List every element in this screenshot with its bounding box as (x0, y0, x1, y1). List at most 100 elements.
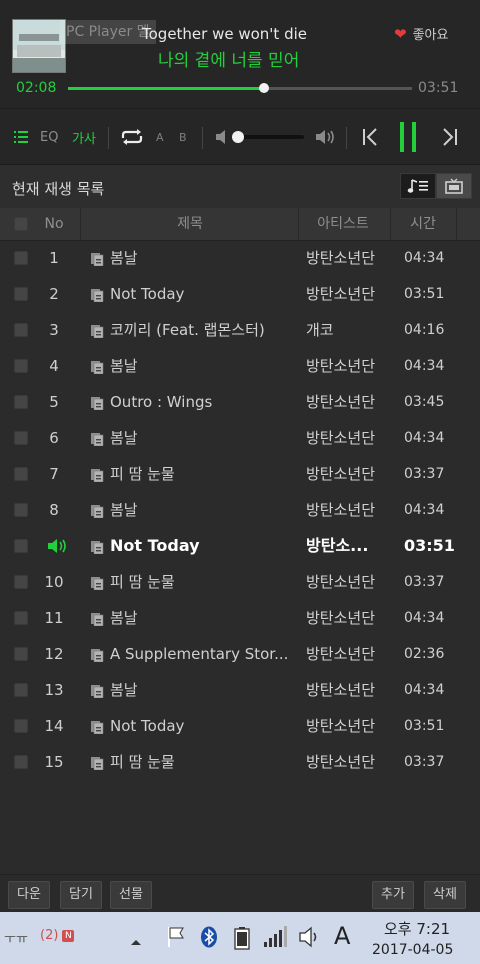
track-info-button[interactable] (90, 288, 104, 306)
playlist-row[interactable]: 2 Not Today 방탄소년단 03:51 (0, 276, 480, 312)
row-checkbox[interactable] (14, 359, 28, 373)
track-title[interactable]: 봄날 (110, 348, 300, 384)
row-checkbox[interactable] (14, 575, 28, 589)
volume-max-button[interactable] (316, 109, 336, 165)
track-title[interactable]: 피 땀 눈물 (110, 744, 300, 780)
column-title[interactable]: 제목 (80, 208, 300, 240)
track-title[interactable]: 피 땀 눈물 (110, 456, 300, 492)
track-artist[interactable]: 방탄소년단 (306, 636, 394, 672)
gift-button[interactable]: 선물 (110, 881, 152, 909)
download-button[interactable]: 다운 (8, 881, 50, 909)
playlist-row[interactable]: Not Today 방탄소... 03:51 (0, 528, 480, 564)
playlist-view-button[interactable] (14, 109, 28, 165)
track-artist[interactable]: 방탄소년단 (306, 600, 394, 636)
track-title[interactable]: 코끼리 (Feat. 랩몬스터) (110, 312, 300, 348)
track-artist[interactable]: 방탄소년단 (306, 564, 394, 600)
track-artist[interactable]: 방탄소년단 (306, 744, 394, 780)
repeat-button[interactable] (120, 109, 144, 165)
eq-button[interactable]: EQ (40, 109, 58, 165)
row-checkbox[interactable] (14, 431, 28, 445)
row-checkbox[interactable] (14, 647, 28, 661)
track-title[interactable]: Not Today (110, 528, 300, 564)
mute-button[interactable] (216, 109, 228, 165)
track-title[interactable]: Not Today (110, 276, 300, 312)
track-artist[interactable]: 방탄소년단 (306, 708, 394, 744)
clock-date[interactable]: 2017-04-05 (372, 942, 453, 958)
playlist-row[interactable]: 5 Outro : Wings 방탄소년단 03:45 (0, 384, 480, 420)
track-title[interactable]: 피 땀 눈물 (110, 564, 300, 600)
playlist-row[interactable]: 11 봄날 방탄소년단 04:34 (0, 600, 480, 636)
select-all-checkbox[interactable] (14, 217, 28, 231)
delete-button[interactable]: 삭제 (424, 881, 466, 909)
track-title[interactable]: 봄날 (110, 672, 300, 708)
track-artist[interactable]: 방탄소... (306, 528, 394, 564)
ab-repeat-button[interactable]: A B (156, 109, 193, 165)
track-title[interactable]: Outro : Wings (110, 384, 300, 420)
volume-slider-handle[interactable] (231, 131, 244, 143)
track-artist[interactable]: 방탄소년단 (306, 240, 394, 276)
column-artist[interactable]: 아티스트 (298, 208, 388, 240)
track-info-button[interactable] (90, 720, 104, 738)
track-info-button[interactable] (90, 252, 104, 270)
clock-time[interactable]: 오후 7:21 (384, 918, 450, 939)
seek-bar[interactable] (68, 83, 412, 93)
track-title[interactable]: 봄날 (110, 420, 300, 456)
wifi-tray[interactable] (262, 926, 288, 952)
playlist-row[interactable]: 7 피 땀 눈물 방탄소년단 03:37 (0, 456, 480, 492)
track-info-button[interactable] (90, 432, 104, 450)
playlist-row[interactable]: 12 A Supplementary Stor... 방탄소년단 02:36 (0, 636, 480, 672)
save-button[interactable]: 담기 (60, 881, 102, 909)
row-checkbox[interactable] (14, 719, 28, 733)
next-track-button[interactable] (442, 109, 458, 165)
pause-button[interactable] (398, 109, 418, 165)
row-checkbox[interactable] (14, 251, 28, 265)
track-title[interactable]: A Supplementary Stor... (110, 636, 300, 672)
taskbar-notification[interactable]: (2) N (40, 928, 75, 943)
lyrics-button[interactable]: 가사 (72, 109, 96, 165)
track-info-button[interactable] (90, 504, 104, 522)
video-view-button[interactable] (436, 173, 472, 199)
row-checkbox[interactable] (14, 323, 28, 337)
track-info-button[interactable] (90, 612, 104, 630)
track-info-button[interactable] (90, 576, 104, 594)
track-artist[interactable]: 방탄소년단 (306, 276, 394, 312)
row-checkbox[interactable] (14, 683, 28, 697)
seek-bar-handle[interactable] (259, 83, 270, 93)
volume-tray[interactable] (298, 926, 322, 952)
add-button[interactable]: 추가 (372, 881, 414, 909)
row-checkbox[interactable] (14, 395, 28, 409)
bluetooth-tray[interactable] (200, 926, 218, 952)
like-button[interactable]: ❤ 좋아요 (394, 24, 448, 43)
battery-tray[interactable] (230, 926, 254, 954)
column-no[interactable]: No (40, 208, 68, 240)
track-info-button[interactable] (90, 468, 104, 486)
track-artist[interactable]: 방탄소년단 (306, 492, 394, 528)
track-title[interactable]: Not Today (110, 708, 300, 744)
row-checkbox[interactable] (14, 611, 28, 625)
ime-indicator[interactable]: A (334, 922, 350, 950)
playlist-row[interactable]: 14 Not Today 방탄소년단 03:51 (0, 708, 480, 744)
row-checkbox[interactable] (14, 467, 28, 481)
track-artist[interactable]: 방탄소년단 (306, 420, 394, 456)
tray-expand-button[interactable] (130, 932, 142, 950)
track-artist[interactable]: 개코 (306, 312, 394, 348)
track-info-button[interactable] (90, 756, 104, 774)
playlist-row[interactable]: 3 코끼리 (Feat. 랩몬스터) 개코 04:16 (0, 312, 480, 348)
track-info-button[interactable] (90, 324, 104, 342)
column-time[interactable]: 시간 (390, 208, 456, 240)
track-info-button[interactable] (90, 684, 104, 702)
playlist-row[interactable]: 1 봄날 방탄소년단 04:34 (0, 240, 480, 276)
volume-slider[interactable] (231, 131, 304, 143)
row-checkbox[interactable] (14, 755, 28, 769)
playlist-row[interactable]: 6 봄날 방탄소년단 04:34 (0, 420, 480, 456)
playlist-row[interactable]: 4 봄날 방탄소년단 04:34 (0, 348, 480, 384)
playlist-row[interactable]: 10 피 땀 눈물 방탄소년단 03:37 (0, 564, 480, 600)
track-artist[interactable]: 방탄소년단 (306, 384, 394, 420)
track-info-button[interactable] (90, 648, 104, 666)
track-artist[interactable]: 방탄소년단 (306, 456, 394, 492)
previous-track-button[interactable] (362, 109, 378, 165)
album-art[interactable] (12, 19, 66, 73)
row-checkbox[interactable] (14, 503, 28, 517)
playlist-row[interactable]: 13 봄날 방탄소년단 04:34 (0, 672, 480, 708)
track-title[interactable]: 봄날 (110, 240, 300, 276)
